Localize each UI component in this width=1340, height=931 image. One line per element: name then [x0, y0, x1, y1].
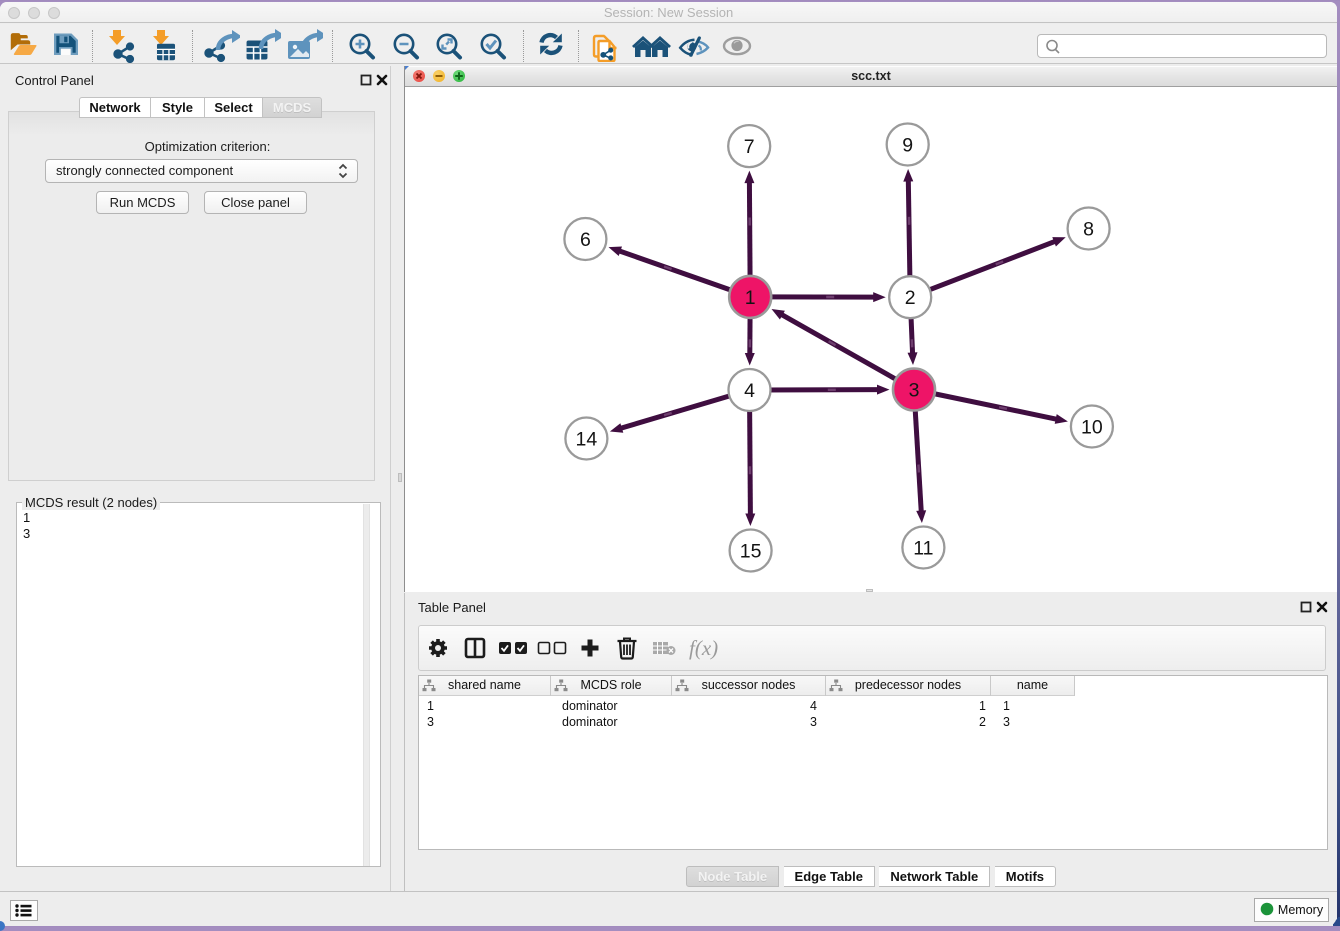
svg-text:10: 10	[1081, 417, 1103, 439]
svg-text:11: 11	[913, 538, 933, 560]
svg-text:15: 15	[740, 541, 762, 563]
svg-text:6: 6	[580, 229, 591, 251]
svg-text:3: 3	[909, 380, 920, 402]
svg-text:4: 4	[744, 380, 755, 402]
svg-text:14: 14	[576, 429, 598, 451]
svg-text:f(x): f(x)	[689, 636, 718, 660]
svg-text:9: 9	[902, 135, 913, 157]
svg-text:8: 8	[1083, 219, 1094, 241]
svg-text:1: 1	[745, 287, 756, 309]
svg-text:2: 2	[905, 287, 916, 309]
svg-text:7: 7	[744, 136, 755, 158]
